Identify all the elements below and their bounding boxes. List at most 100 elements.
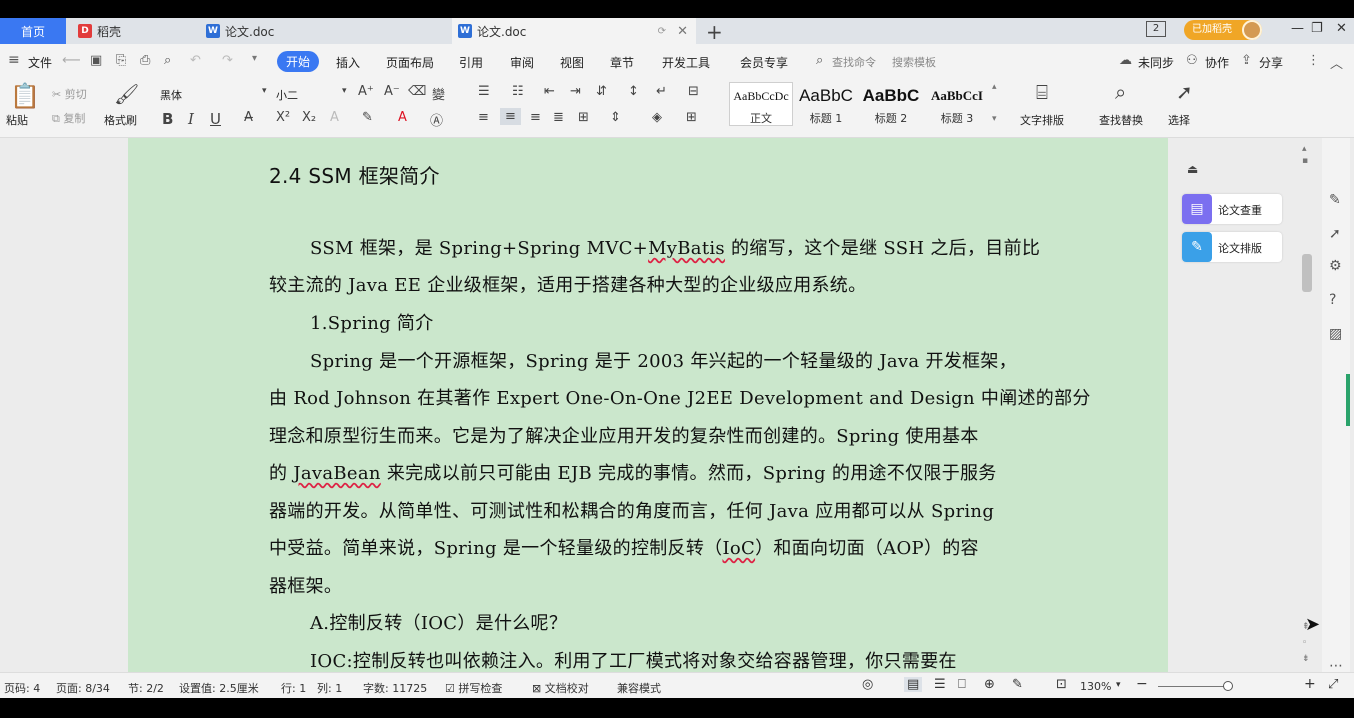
collapse-ribbon-icon[interactable]: ︿ [1330,53,1343,72]
page-view-icon[interactable]: ▤ [904,677,923,692]
close-window-icon[interactable]: ✕ [1336,21,1347,36]
paper-layout-button[interactable]: ✎ 论文排版 [1182,232,1282,262]
decrease-indent-icon[interactable]: ⇤ [544,84,555,99]
sync-status[interactable]: 未同步 [1138,54,1174,71]
menu-view[interactable]: 视图 [560,54,584,71]
select-button[interactable]: 选择 [1168,112,1190,128]
menu-insert[interactable]: 插入 [336,54,360,71]
highlight-icon[interactable]: ✎ [362,110,373,125]
format-painter-button[interactable]: 格式刷 [104,112,137,128]
align-center-icon[interactable]: ≡ [500,108,521,125]
menu-start[interactable]: 开始 [277,51,320,72]
scrollbar-thumb[interactable] [1302,254,1312,292]
bullet-list-icon[interactable]: ☰ [478,84,490,99]
eye-protect-icon[interactable]: ◎ [862,677,873,692]
menu-member[interactable]: 会员专享 [740,54,788,71]
redo-icon[interactable]: ↷ [222,53,233,68]
minimize-icon[interactable]: — [1291,21,1304,36]
pointer-tool-icon[interactable]: ➚ [1329,226,1341,242]
paste-button[interactable]: 粘贴 [6,112,28,128]
text-layout-icon[interactable]: ⌸ [1036,80,1048,104]
spell-check-button[interactable]: ☑ 拼写检查 [445,680,502,696]
char-border-icon[interactable]: Ⓐ [430,110,443,129]
sort-icon[interactable]: ↕ [628,84,639,99]
style-heading-2[interactable]: AaBbC 标题 2 [859,82,923,126]
strikethrough-icon[interactable]: A̶ [244,110,253,125]
status-section[interactable]: 节: 2/2 [128,680,164,696]
find-replace-icon[interactable]: ⌕ [1115,80,1126,104]
share-button[interactable]: 分享 [1259,54,1283,71]
select-browse-icon[interactable]: ◦ [1302,638,1307,648]
superscript-icon[interactable]: X² [276,110,290,125]
bold-icon[interactable]: B [162,110,173,128]
zoom-out-icon[interactable]: − [1136,676,1148,692]
italic-icon[interactable]: I [188,110,194,128]
increase-indent-icon[interactable]: ⇥ [570,84,581,99]
paste-icon[interactable]: 📋 [10,82,40,110]
tab-document-2-active[interactable]: W 论文.doc ⟳ ✕ [452,18,696,44]
pin-icon[interactable]: ⟳ [658,26,666,37]
status-row[interactable]: 行: 1 [281,680,306,696]
zoom-in-icon[interactable]: + [1304,676,1316,692]
avatar[interactable] [1242,20,1262,40]
para-marks-icon[interactable]: ⊟ [688,84,699,99]
collab-button[interactable]: 协作 [1205,54,1229,71]
numbered-list-icon[interactable]: ☷ [512,84,524,99]
help-icon[interactable]: ? [1329,292,1336,308]
find-replace-button[interactable]: 查找替换 [1099,112,1143,128]
subscript-icon[interactable]: X₂ [302,110,316,125]
next-page-icon[interactable]: ⇟ [1302,654,1310,664]
restore-icon[interactable]: ❐ [1311,21,1323,36]
status-col[interactable]: 列: 1 [317,680,342,696]
edit-pen-icon[interactable]: ✎ [1329,192,1341,208]
zoom-slider-track[interactable] [1158,686,1230,687]
doc-proof-button[interactable]: ⊠ 文档校对 [532,680,589,696]
template-search[interactable]: 搜索模板 [892,54,936,70]
zoom-slider-knob[interactable] [1223,681,1233,691]
distributed-icon[interactable]: ⊞ [578,110,589,125]
font-size-dropdown-icon[interactable]: ▾ [342,86,347,96]
vertical-scrollbar[interactable]: ▴ ▪ ⇞ ◦ ⇟ [1300,138,1314,672]
undo-icon[interactable]: ↶ [190,53,201,68]
more-options-icon[interactable]: ⋮ [1307,53,1320,68]
output-icon[interactable]: ⎘ [116,53,126,68]
align-right-icon[interactable]: ≡ [530,110,541,125]
paper-check-button[interactable]: ▤ 论文查重 [1182,194,1282,224]
phonetic-icon[interactable]: 變 [432,84,445,103]
chinese-layout-icon[interactable]: ⇵ [596,84,607,99]
menu-file[interactable]: 文件 [28,54,52,71]
select-cursor-icon[interactable]: ➚ [1176,80,1193,104]
zoom-level[interactable]: 130% [1080,680,1111,693]
tab-dao[interactable]: D 稻壳 [72,18,196,44]
fit-page-icon[interactable]: ⊡ [1056,677,1067,692]
style-heading-1[interactable]: AaBbC 标题 1 [795,82,857,126]
status-word-count[interactable]: 字数: 11725 [363,680,427,696]
shrink-font-icon[interactable]: A⁻ [384,84,400,99]
borders-icon[interactable]: ⊞ [686,110,697,125]
styles-scroll-up-icon[interactable]: ▴ [992,82,997,92]
grow-font-icon[interactable]: A⁺ [358,84,374,99]
copy-button[interactable]: ⧉ 复制 [52,110,85,126]
font-size-select[interactable]: 小二 [276,87,298,103]
status-page[interactable]: 页面: 8/34 [56,680,110,696]
outline-view-icon[interactable]: ☰ [934,677,946,692]
write-view-icon[interactable]: ✎ [1012,677,1023,692]
scroll-up-icon[interactable]: ▴ [1302,144,1307,154]
cut-button[interactable]: ✂ 剪切 [52,86,87,102]
font-color-icon[interactable]: A [398,110,407,125]
line-spacing-icon[interactable]: ⇕ [610,110,621,125]
menu-reference[interactable]: 引用 [459,54,483,71]
show-marks-icon[interactable]: ↵ [656,84,667,99]
underline-icon[interactable]: U [210,110,221,128]
justify-icon[interactable]: ≣ [553,110,564,125]
status-setting[interactable]: 设置值: 2.5厘米 [179,680,259,696]
format-painter-icon[interactable]: 🖌 [114,82,139,106]
menu-review[interactable]: 审阅 [510,54,534,71]
status-page-code[interactable]: 页码: 4 [4,680,40,696]
web-view-icon[interactable]: ⊕ [984,677,995,692]
menu-dev-tools[interactable]: 开发工具 [662,54,710,71]
reading-view-icon[interactable]: ⎕ [958,677,966,692]
font-name-dropdown-icon[interactable]: ▾ [262,86,267,96]
quick-access-dropdown-icon[interactable]: ▾ [252,53,257,64]
shading-icon[interactable]: ◈ [652,110,662,125]
